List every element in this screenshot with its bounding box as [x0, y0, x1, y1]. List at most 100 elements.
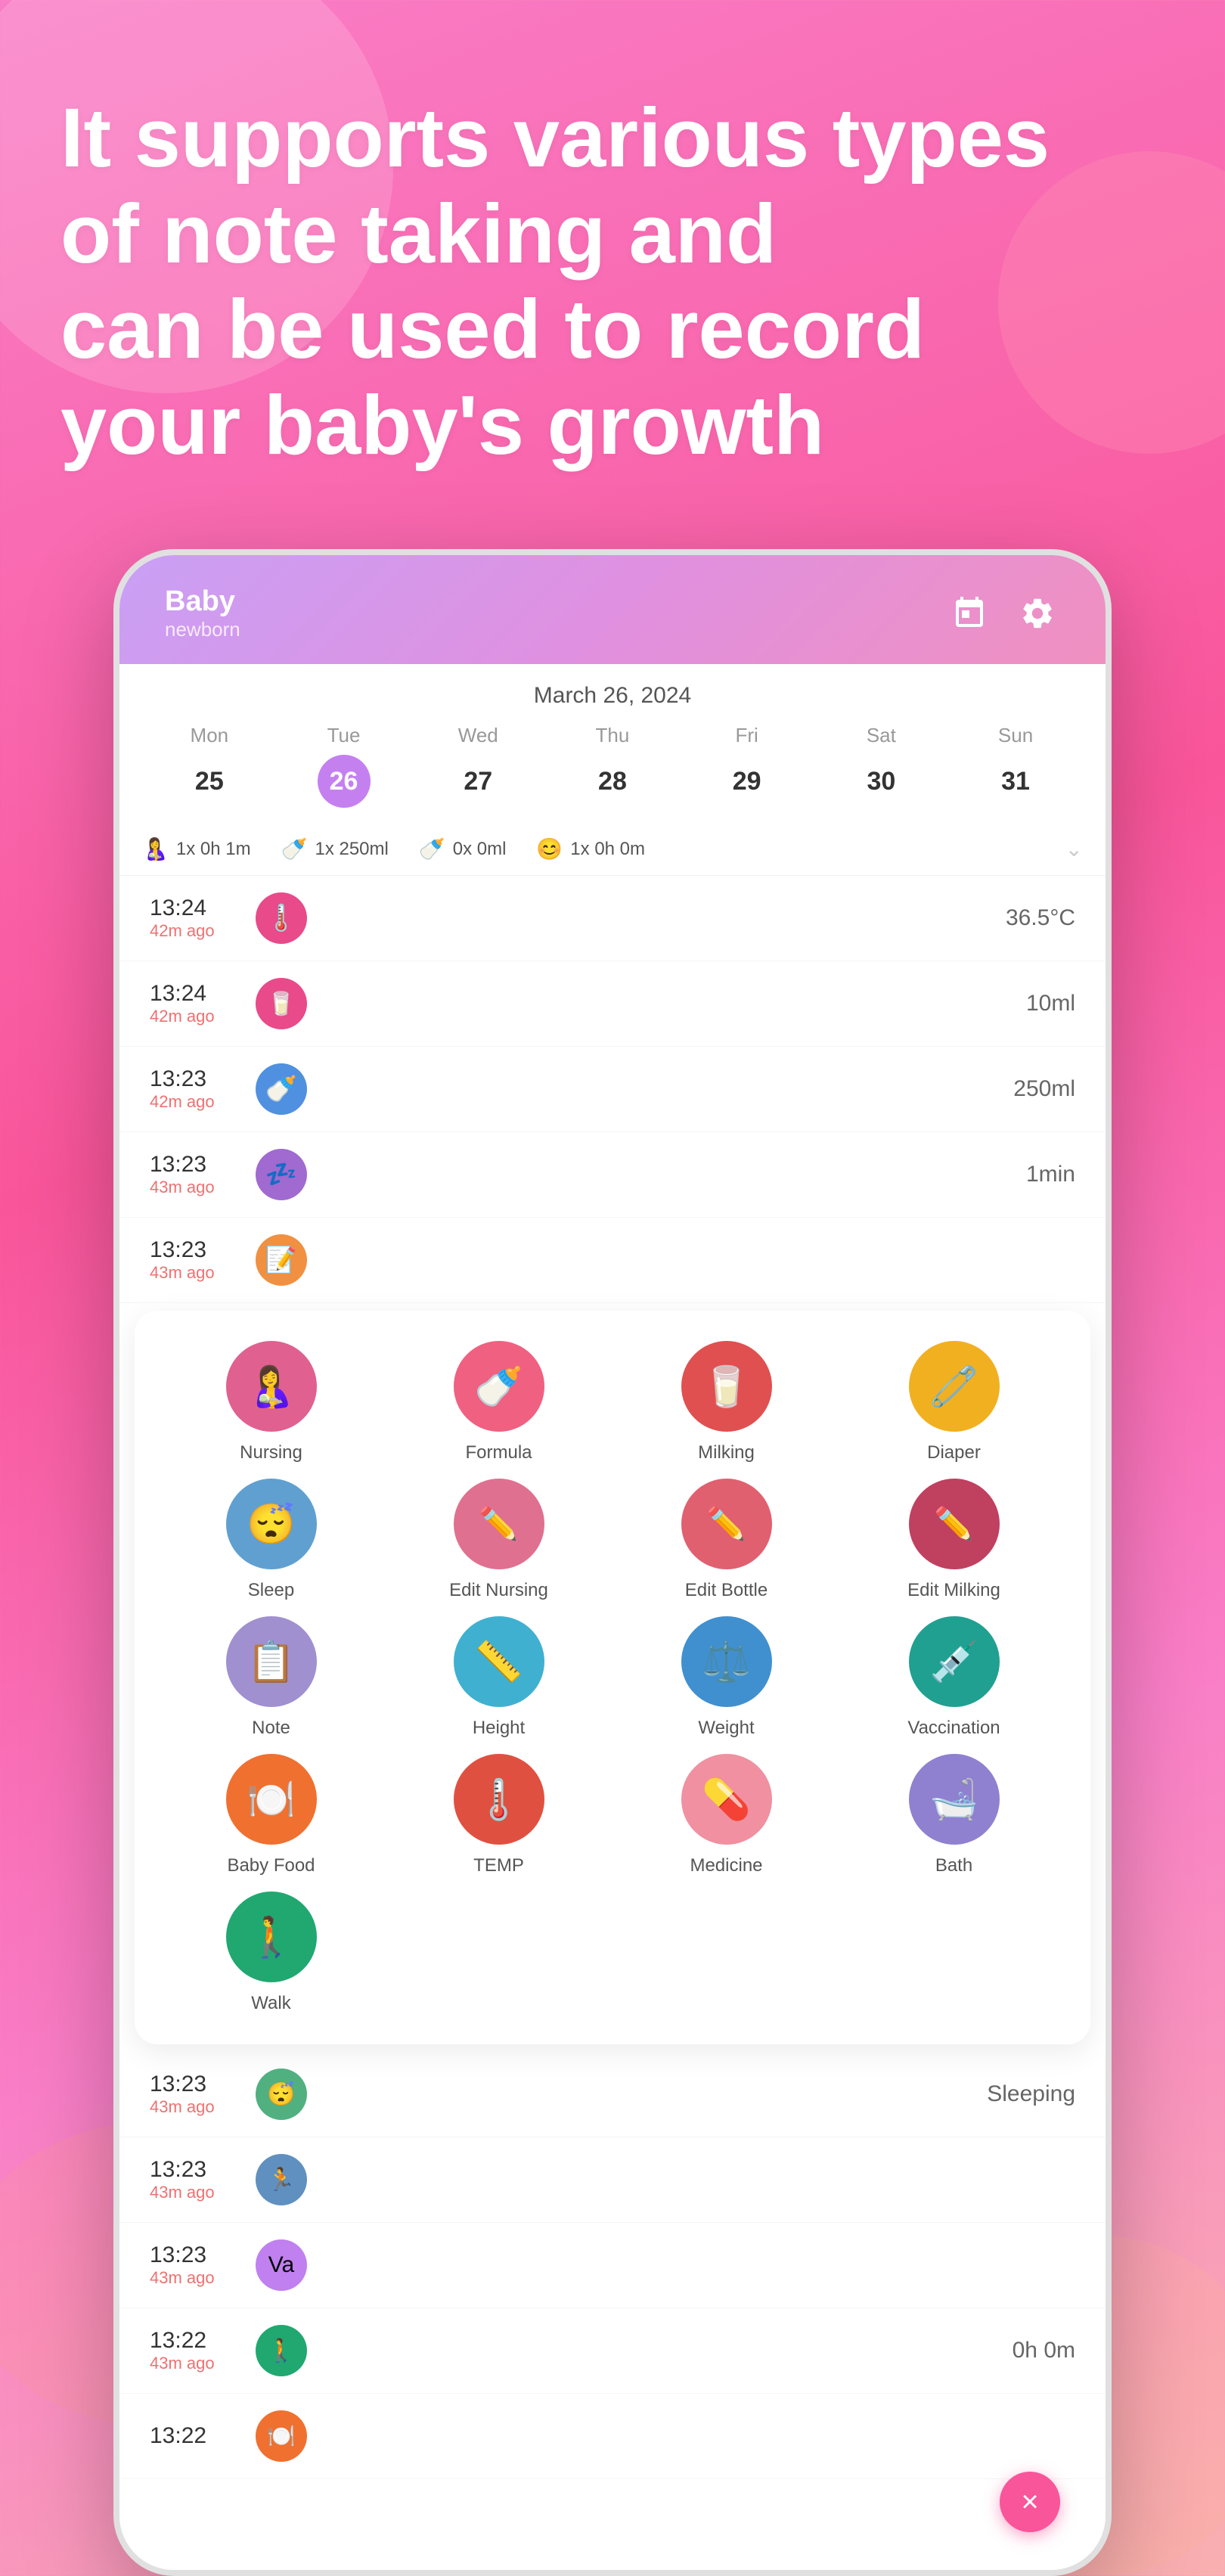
weight-icon: ⚖️ — [702, 1639, 751, 1685]
nursing-summary-icon: 🤱 — [142, 836, 169, 861]
baby-sub: newborn — [165, 618, 240, 641]
menu-item-walk[interactable]: 🚶 Walk — [165, 1892, 377, 2014]
table-row: 13:23 43m ago 💤 1min — [119, 1132, 1106, 1218]
nursing-circle: 🤱 — [226, 1341, 317, 1432]
menu-item-nursing[interactable]: 🤱 Nursing — [165, 1341, 377, 1463]
formula-circle: 🍼 — [454, 1341, 544, 1432]
height-icon: 📏 — [474, 1639, 523, 1685]
diaper-label: Diaper — [927, 1442, 981, 1463]
note-circle: 📋 — [226, 1616, 317, 1707]
day-tue[interactable]: Tue 26 — [318, 724, 371, 808]
menu-item-baby-food[interactable]: 🍽️ Baby Food — [165, 1754, 377, 1876]
table-row: 13:24 42m ago 🥛 10ml — [119, 961, 1106, 1047]
walk-label: Walk — [251, 1993, 290, 2014]
bath-icon: 🛁 — [929, 1777, 978, 1823]
day-mon[interactable]: Mon 25 — [183, 724, 236, 808]
menu-item-formula[interactable]: 🍼 Formula — [392, 1341, 605, 1463]
milking-summary-text: 0x 0ml — [453, 839, 507, 860]
menu-item-edit-bottle[interactable]: ✏️ Edit Bottle — [620, 1479, 833, 1601]
summary-milking: 🍼 0x 0ml — [419, 836, 507, 861]
activity-menu: 🤱 Nursing 🍼 Formula 🥛 — [135, 1311, 1090, 2044]
weight-circle: ⚖️ — [681, 1616, 772, 1707]
milking-icon: 🥛 — [702, 1364, 751, 1410]
table-row: 13:23 43m ago 😴 Sleeping — [119, 2052, 1106, 2137]
bottle-icon: 🍼 — [256, 1063, 307, 1115]
edit-nursing-circle: ✏️ — [454, 1479, 544, 1569]
edit-bottle-circle: ✏️ — [681, 1479, 772, 1569]
menu-item-edit-nursing[interactable]: ✏️ Edit Nursing — [392, 1479, 605, 1601]
note-icon: 📝 — [256, 1234, 307, 1286]
vaccination-label: Vaccination — [907, 1718, 1000, 1739]
day-thu[interactable]: Thu 28 — [586, 724, 639, 808]
baby-food-circle: 🍽️ — [226, 1754, 317, 1845]
menu-item-edit-milking[interactable]: ✏️ Edit Milking — [848, 1479, 1060, 1601]
menu-grid: 🤱 Nursing 🍼 Formula 🥛 — [165, 1341, 1060, 2014]
walk-entry2-icon: 🚶 — [256, 2325, 307, 2376]
diaper-circle: 🧷 — [909, 1341, 1000, 1432]
hero-title: It supports various types of note taking… — [60, 91, 1165, 473]
height-circle: 📏 — [454, 1616, 544, 1707]
day-sun[interactable]: Sun 31 — [989, 724, 1042, 808]
sleep-label: Sleep — [248, 1580, 294, 1601]
current-date-label: March 26, 2024 — [142, 683, 1083, 709]
app-header: Baby newborn — [119, 555, 1106, 664]
formula-icon: 🍼 — [474, 1364, 523, 1410]
edit-milking-label: Edit Milking — [907, 1580, 1000, 1601]
sleep-icon: 😴 — [247, 1501, 296, 1547]
table-row: 13:23 42m ago 🍼 250ml — [119, 1047, 1106, 1132]
chevron-down-icon[interactable]: ⌄ — [1065, 836, 1083, 861]
menu-item-milking[interactable]: 🥛 Milking — [620, 1341, 833, 1463]
menu-item-medicine[interactable]: 💊 Medicine — [620, 1754, 833, 1876]
summary-nursing: 🤱 1x 0h 1m — [142, 836, 251, 861]
diaper-icon: 🧷 — [929, 1364, 978, 1410]
note-icon: 📋 — [247, 1639, 296, 1685]
edit-milking-circle: ✏️ — [909, 1479, 1000, 1569]
menu-item-bath[interactable]: 🛁 Bath — [848, 1754, 1060, 1876]
timeline: 13:24 42m ago 🌡️ 36.5°C 13:24 42m ago 🥛 … — [119, 876, 1106, 2479]
temp-icon: 🌡️ — [474, 1777, 523, 1823]
bath-label: Bath — [935, 1855, 972, 1876]
edit-milking-icon: ✏️ — [934, 1506, 973, 1543]
table-row: 13:23 43m ago 📝 — [119, 1218, 1106, 1303]
menu-item-sleep[interactable]: 😴 Sleep — [165, 1479, 377, 1601]
date-navigation: March 26, 2024 Mon 25 Tue 26 Wed 27 Thu … — [119, 664, 1106, 823]
table-row: 13:22 43m ago 🚶 0h 0m — [119, 2308, 1106, 2394]
menu-item-temp[interactable]: 🌡️ TEMP — [392, 1754, 605, 1876]
nursing-summary-text: 1x 0h 1m — [176, 839, 251, 860]
menu-item-note[interactable]: 📋 Note — [165, 1616, 377, 1739]
vaccination-circle: 💉 — [909, 1616, 1000, 1707]
day-fri[interactable]: Fri 29 — [721, 724, 774, 808]
calendar-icon[interactable] — [947, 591, 992, 636]
temp-icon: 🌡️ — [256, 892, 307, 944]
menu-item-diaper[interactable]: 🧷 Diaper — [848, 1341, 1060, 1463]
settings-icon[interactable] — [1015, 591, 1060, 636]
menu-item-vaccination[interactable]: 💉 Vaccination — [848, 1616, 1060, 1739]
walk-circle: 🚶 — [226, 1892, 317, 1982]
milking-circle: 🥛 — [681, 1341, 772, 1432]
babyfood-entry-icon: 🍽️ — [256, 2410, 307, 2462]
sleep-circle: 😴 — [226, 1479, 317, 1569]
baby-food-icon: 🍽️ — [247, 1777, 296, 1823]
formula-summary-icon: 🍼 — [281, 836, 308, 861]
day-wed[interactable]: Wed 27 — [451, 724, 504, 808]
close-fab-button[interactable]: × — [1000, 2472, 1060, 2532]
milking-summary-icon: 🍼 — [419, 836, 445, 861]
vaccination-entry-icon: Va — [256, 2239, 307, 2291]
table-row: 13:22 🍽️ — [119, 2394, 1106, 2479]
menu-item-weight[interactable]: ⚖️ Weight — [620, 1616, 833, 1739]
nursing-icon: 🤱 — [247, 1364, 296, 1410]
vaccination-icon: 💉 — [929, 1639, 978, 1685]
edit-bottle-label: Edit Bottle — [685, 1580, 768, 1601]
days-row: Mon 25 Tue 26 Wed 27 Thu 28 Fri 29 — [142, 724, 1083, 823]
menu-item-height[interactable]: 📏 Height — [392, 1616, 605, 1739]
walk-icon: 🚶 — [247, 1914, 296, 1960]
summary-bar: 🤱 1x 0h 1m 🍼 1x 250ml 🍼 0x 0ml 😊 1x 0h 0… — [119, 823, 1106, 876]
sleeping-icon: 😴 — [256, 2069, 307, 2120]
day-sat[interactable]: Sat 30 — [854, 724, 907, 808]
diaper-summary-icon: 😊 — [536, 836, 563, 861]
nursing-label: Nursing — [240, 1442, 302, 1463]
baby-name: Baby — [165, 585, 240, 618]
sleep-icon: 💤 — [256, 1149, 307, 1200]
table-row: 13:23 43m ago Va — [119, 2223, 1106, 2308]
height-label: Height — [473, 1718, 525, 1739]
